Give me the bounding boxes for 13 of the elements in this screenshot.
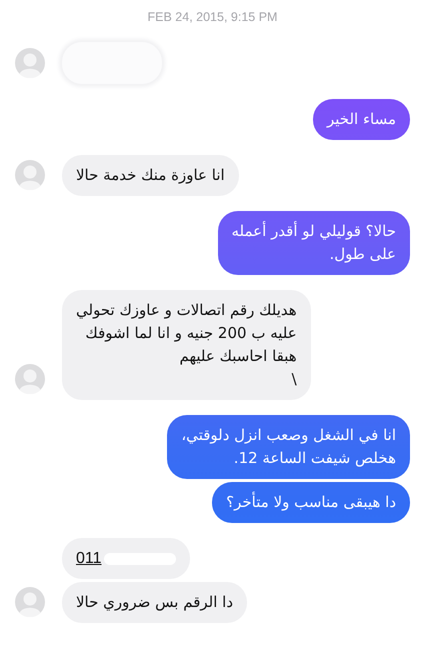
phone-link[interactable]: 011 xyxy=(76,547,102,570)
message-bubble: هديلك رقم اتصالات و عاوزك تحولي عليه ب 200 جنيه و انا لما اشوفك هبقا احاسبك عليهم \ xyxy=(62,290,311,400)
message-bubble: مساء الخير xyxy=(312,99,410,140)
message-bubble: حالا؟ قوليلي لو أقدر أعمله على طول. xyxy=(218,211,410,275)
message-bubble: دا هيبقى مناسب ولا متأخر؟ xyxy=(212,482,410,523)
avatar-icon xyxy=(15,48,45,78)
avatar-icon xyxy=(15,587,45,617)
avatar-icon xyxy=(15,364,45,394)
avatar-icon xyxy=(15,160,45,190)
message-bubble: دا الرقم بس ضروري حالا xyxy=(62,582,248,623)
message-bubble: انا عاوزة منك خدمة حالا xyxy=(62,155,239,196)
message-bubble: انا في الشغل وصعب انزل دلوقتي، هخلص شيفت الساعة 12. xyxy=(167,415,410,479)
timestamp: FEB 24, 2015, 9:15 PM xyxy=(146,10,278,24)
